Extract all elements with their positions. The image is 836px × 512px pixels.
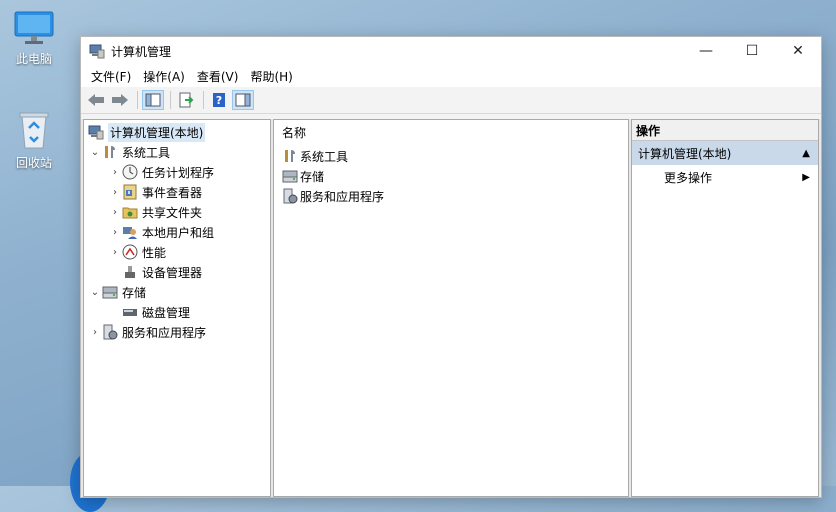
device-manager-icon: [122, 264, 138, 280]
event-viewer-icon: [122, 184, 138, 200]
console-tree: 计算机管理(本地) ⌄ 系统工具 › 任务计划程序 › 事件查看器 › 共享文件…: [83, 119, 271, 497]
chevron-down-icon[interactable]: ⌄: [88, 147, 102, 158]
chevron-right-icon[interactable]: ›: [108, 247, 122, 258]
tree-node-label: 设备管理器: [142, 265, 203, 280]
recycle-bin-icon: [19, 112, 49, 149]
tree-node-label: 系统工具: [122, 145, 171, 160]
more-actions-label: 更多操作: [664, 170, 713, 185]
show-hide-tree-icon: [145, 93, 161, 107]
tree-node-storage[interactable]: ⌄ 存储: [88, 282, 146, 302]
back-arrow-icon: [88, 94, 104, 106]
tree-node-label: 性能: [142, 245, 167, 260]
list-item-label: 存储: [300, 169, 325, 184]
monitor-icon: [14, 11, 54, 44]
tools-icon: [102, 144, 118, 160]
tools-icon: [282, 148, 298, 164]
actions-section-computer-management[interactable]: 计算机管理(本地) ▲: [632, 141, 818, 165]
list-item[interactable]: 存储: [282, 166, 324, 186]
desktop-icon-label: 回收站: [15, 156, 52, 170]
tree-node-label: 共享文件夹: [142, 205, 203, 220]
storage-icon: [102, 284, 118, 300]
tree-node-label: 计算机管理(本地): [108, 122, 206, 142]
back-button[interactable]: [85, 90, 107, 110]
tree-node-system-tools[interactable]: ⌄ 系统工具: [88, 142, 170, 162]
toolbar-separator: [203, 91, 204, 109]
maximize-button[interactable]: ☐: [729, 37, 775, 65]
menu-help[interactable]: 帮助(H): [244, 68, 298, 85]
forward-button[interactable]: [109, 90, 131, 110]
results-pane: 名称 系统工具 存储 服务和应用程序: [273, 119, 629, 497]
chevron-right-icon[interactable]: ›: [108, 227, 122, 238]
forward-arrow-icon: [112, 94, 128, 106]
menu-view[interactable]: 查看(V): [191, 68, 245, 85]
title-bar[interactable]: 计算机管理 — ☐ ✕: [81, 37, 821, 65]
show-hide-action-pane-button[interactable]: [232, 90, 254, 110]
storage-icon: [282, 168, 298, 184]
submenu-triangle-icon: ▶: [802, 171, 810, 183]
actions-section-label: 计算机管理(本地): [638, 146, 732, 161]
export-list-icon: [179, 92, 194, 108]
chevron-right-icon[interactable]: ›: [108, 167, 122, 178]
list-item[interactable]: 服务和应用程序: [282, 186, 384, 206]
actions-header: 操作: [632, 120, 818, 141]
tree-node-label: 服务和应用程序: [122, 325, 207, 340]
services-icon: [102, 324, 118, 340]
disk-icon: [122, 304, 138, 320]
actions-pane: 操作 计算机管理(本地) ▲ 更多操作 ▶: [631, 119, 819, 497]
show-hide-tree-button[interactable]: [142, 90, 164, 110]
tree-node-local-users[interactable]: › 本地用户和组: [108, 222, 214, 242]
menu-bar: 文件(F) 操作(A) 查看(V) 帮助(H): [81, 65, 821, 87]
tree-node-device-manager[interactable]: 设备管理器: [122, 262, 202, 282]
collapse-triangle-icon[interactable]: ▲: [802, 148, 810, 159]
list-item-label: 服务和应用程序: [300, 189, 385, 204]
panes: 计算机管理(本地) ⌄ 系统工具 › 任务计划程序 › 事件查看器 › 共享文件…: [81, 119, 821, 497]
tree-node-event-viewer[interactable]: › 事件查看器: [108, 182, 202, 202]
chevron-right-icon[interactable]: ›: [88, 327, 102, 338]
tree-node-shared-folders[interactable]: › 共享文件夹: [108, 202, 202, 222]
computer-management-icon: [89, 44, 105, 59]
tree-node-label: 任务计划程序: [142, 165, 215, 180]
tree-node-services[interactable]: › 服务和应用程序: [88, 322, 206, 342]
users-icon: [122, 224, 138, 240]
toolbar-separator: [137, 91, 138, 109]
menu-file[interactable]: 文件(F): [85, 68, 137, 85]
tree-node-performance[interactable]: › 性能: [108, 242, 166, 262]
tree-node-label: 事件查看器: [142, 185, 203, 200]
list-item[interactable]: 系统工具: [282, 146, 348, 166]
chevron-right-icon[interactable]: ›: [108, 207, 122, 218]
toolbar-separator: [170, 91, 171, 109]
export-list-button[interactable]: [175, 90, 197, 110]
chevron-right-icon[interactable]: ›: [108, 187, 122, 198]
services-icon: [282, 188, 298, 204]
tree-node-disk-management[interactable]: 磁盘管理: [122, 302, 190, 322]
computer-management-icon: [88, 124, 104, 140]
tree-node-root[interactable]: 计算机管理(本地): [88, 122, 206, 142]
help-button[interactable]: ?: [208, 90, 230, 110]
tree-node-label: 存储: [122, 285, 147, 300]
shared-folder-icon: [122, 204, 138, 220]
toolbar: ?: [81, 87, 821, 114]
show-hide-action-pane-icon: [235, 93, 251, 107]
clock-icon: [122, 164, 138, 180]
list-item-label: 系统工具: [300, 149, 349, 164]
help-icon: ?: [213, 93, 225, 107]
desktop-icon-this-pc[interactable]: 此电脑: [2, 10, 66, 67]
chevron-down-icon[interactable]: ⌄: [88, 287, 102, 298]
desktop-icon-recycle-bin[interactable]: 回收站: [2, 110, 66, 171]
more-actions-item[interactable]: 更多操作 ▶: [632, 165, 818, 189]
svg-text:?: ?: [216, 94, 222, 107]
minimize-button[interactable]: —: [683, 37, 729, 65]
computer-management-window: 计算机管理 — ☐ ✕ 文件(F) 操作(A) 查看(V) 帮助(H) ? 计算…: [80, 36, 822, 498]
column-header-name[interactable]: 名称: [282, 124, 306, 141]
menu-action[interactable]: 操作(A): [137, 68, 191, 85]
close-button[interactable]: ✕: [775, 37, 821, 65]
desktop-icon-label: 此电脑: [15, 52, 52, 66]
tree-node-label: 本地用户和组: [142, 225, 215, 240]
window-title: 计算机管理: [111, 44, 172, 59]
tree-node-task-scheduler[interactable]: › 任务计划程序: [108, 162, 214, 182]
tree-node-label: 磁盘管理: [142, 305, 191, 320]
performance-icon: [122, 244, 138, 260]
